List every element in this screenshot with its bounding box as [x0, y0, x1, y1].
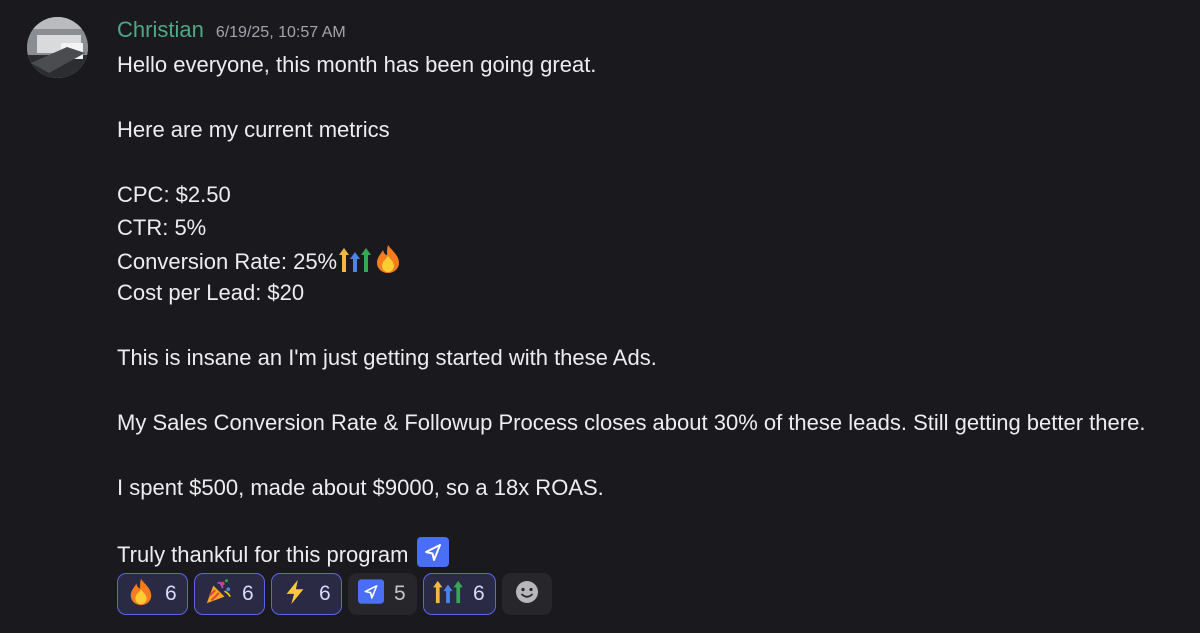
lightning-emoji-icon — [281, 578, 309, 611]
message-line-thanks: Truly thankful for this program — [117, 536, 1187, 570]
reaction-lightning[interactable]: 6 — [271, 573, 342, 615]
reaction-party-popper[interactable]: 6 — [194, 573, 265, 615]
send-arrow-emoji-icon — [416, 536, 449, 567]
chat-message: Christian 6/19/25, 10:57 AM Hello everyo… — [0, 0, 1200, 633]
reaction-count: 6 — [242, 582, 254, 605]
fire-emoji-icon — [373, 244, 403, 274]
message-line-conversion: Conversion Rate: 25% — [117, 244, 1187, 277]
message-line: I spent $500, made about $9000, so a 18x… — [117, 474, 604, 500]
reaction-fire[interactable]: 6 — [117, 573, 188, 615]
message-line: Here are my current metrics — [117, 117, 390, 142]
reaction-bar: 6 6 6 5 6 — [117, 573, 552, 615]
message-timestamp: 6/19/25, 10:57 AM — [215, 24, 346, 41]
message-line: CPC: $2.50 — [117, 182, 231, 207]
message-line: CTR: 5% — [117, 214, 207, 240]
smiley-icon — [514, 579, 540, 610]
reaction-count: 6 — [319, 582, 331, 605]
reaction-count: 5 — [394, 582, 406, 605]
fire-emoji-icon — [127, 578, 155, 611]
reaction-arrows-up[interactable]: 6 — [423, 573, 496, 615]
arrows-up-emoji-icon — [433, 579, 463, 610]
reaction-count: 6 — [473, 582, 485, 605]
message-line: My Sales Conversion Rate & Followup Proc… — [117, 409, 1146, 435]
reaction-count: 6 — [165, 582, 177, 605]
arrows-up-emoji-icon — [339, 246, 372, 274]
message-text: Conversion Rate: 25% — [117, 249, 338, 274]
message-line: This is insane an I'm just getting start… — [117, 344, 657, 370]
reaction-send-arrow[interactable]: 5 — [348, 573, 417, 615]
message-line: Hello everyone, this month has been goin… — [117, 52, 597, 77]
send-arrow-emoji-icon — [358, 579, 384, 609]
add-reaction-button[interactable] — [502, 573, 552, 615]
message-body: Hello everyone, this month has been goin… — [117, 49, 1187, 569]
message-text: Truly thankful for this program — [117, 541, 409, 567]
author-name[interactable]: Christian — [117, 17, 204, 43]
avatar[interactable] — [27, 17, 88, 78]
message-line: Cost per Lead: $20 — [117, 279, 305, 305]
party-popper-emoji-icon — [204, 578, 232, 611]
